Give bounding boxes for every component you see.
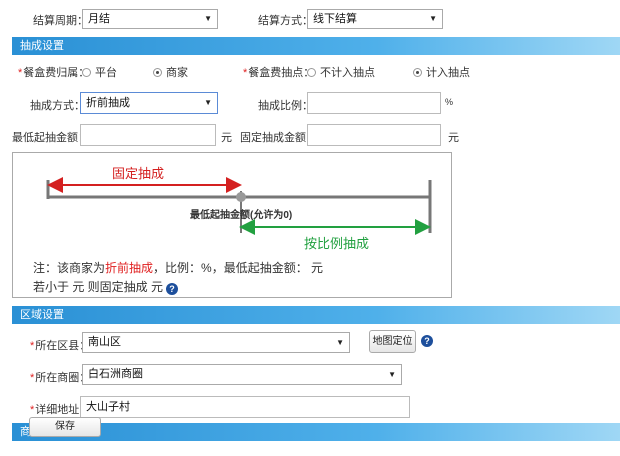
next-section-header: 商	[12, 423, 620, 441]
min-amount-label: 最低起抽金额：	[12, 132, 89, 144]
required-star-icon: *	[30, 372, 35, 384]
business-circle-select[interactable]: 白石洲商圈 ▼	[82, 364, 402, 385]
settle-period-select[interactable]: 月结 ▼	[82, 9, 218, 29]
required-star-icon: *	[243, 67, 248, 79]
fixed-amount-input[interactable]	[307, 124, 441, 146]
settle-method-select[interactable]: 线下结算 ▼	[307, 9, 443, 29]
settle-method-value: 线下结算	[313, 13, 357, 25]
method-label: 抽成方式：	[30, 100, 85, 112]
method-select[interactable]: 折前抽成 ▼	[80, 92, 218, 114]
fee-point-label: *餐盒费抽点：	[243, 67, 315, 79]
settle-method-label: 结算方式：	[258, 15, 313, 27]
diagram-note: 注：该商家为折前抽成，比例：%，最低起抽金额： 元	[33, 261, 324, 275]
commission-section-header: 抽成设置	[12, 37, 620, 55]
fee-owner-option-merchant[interactable]: 商家	[153, 64, 188, 80]
fee-point-option-include[interactable]: 计入抽点	[413, 64, 470, 80]
address-input[interactable]: 大山子村	[80, 396, 410, 418]
settle-period-value: 月结	[88, 13, 110, 25]
min-amount-caption: 最低起抽金额(允许为0)	[190, 210, 293, 221]
ratio-commission-label: 按比例抽成	[304, 236, 370, 251]
radio-selected-icon[interactable]	[413, 68, 422, 77]
fixed-amount-unit: 元	[448, 132, 459, 144]
min-amount-input[interactable]	[80, 124, 216, 146]
help-icon[interactable]: ?	[166, 283, 179, 295]
commission-diagram: 固定抽成 最低起抽金额(允许为0) 按比例抽成 注：该商家为折前抽成，比例：%，…	[12, 152, 452, 298]
district-value: 南山区	[88, 336, 121, 348]
region-section-header: 区域设置	[12, 306, 620, 324]
chevron-down-icon: ▼	[204, 98, 212, 107]
fee-owner-option-platform[interactable]: 平台	[82, 64, 117, 80]
fixed-amount-label: 固定抽成金额：	[240, 132, 317, 144]
min-point-marker	[236, 192, 246, 202]
chevron-down-icon: ▼	[336, 338, 344, 347]
help-icon[interactable]: ?	[421, 335, 433, 347]
required-star-icon: *	[18, 67, 23, 79]
diagram-note-line2: 若小于 元 则固定抽成 元?	[33, 278, 179, 295]
business-circle-value: 白石洲商圈	[88, 368, 143, 380]
radio-icon[interactable]	[307, 68, 316, 77]
required-star-icon: *	[30, 404, 35, 416]
chevron-down-icon: ▼	[388, 370, 396, 379]
method-value: 折前抽成	[86, 97, 130, 109]
fee-owner-label: *餐盒费归属：	[18, 67, 90, 79]
settle-period-label: 结算周期：	[33, 15, 88, 27]
ratio-unit: %	[445, 97, 454, 107]
required-star-icon: *	[30, 340, 35, 352]
ratio-input[interactable]	[307, 92, 441, 114]
map-locate-button[interactable]: 地图定位	[369, 330, 416, 353]
note-method: 折前抽成	[105, 261, 154, 275]
ratio-label: 抽成比例：	[258, 100, 313, 112]
radio-selected-icon[interactable]	[153, 68, 162, 77]
min-amount-unit: 元	[221, 132, 232, 144]
district-select[interactable]: 南山区 ▼	[82, 332, 350, 353]
chevron-down-icon: ▼	[429, 14, 437, 23]
fee-point-option-exclude[interactable]: 不计入抽点	[307, 64, 375, 80]
save-button[interactable]: 保存	[29, 417, 101, 437]
radio-icon[interactable]	[82, 68, 91, 77]
chevron-down-icon: ▼	[204, 14, 212, 23]
fixed-commission-label: 固定抽成	[112, 166, 165, 181]
